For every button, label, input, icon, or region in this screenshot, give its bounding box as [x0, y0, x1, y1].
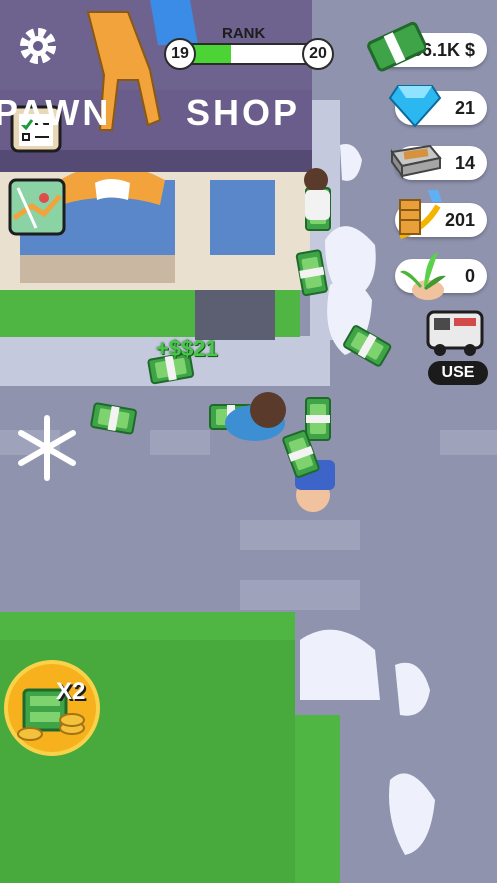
plant-value: 0 [464, 265, 475, 286]
truck-icon [426, 310, 484, 356]
plant-icon [396, 246, 448, 307]
x2-boost-button[interactable]: X2 [4, 660, 100, 756]
vehicle-button[interactable] [422, 306, 488, 360]
npc-character [304, 168, 330, 220]
brick-icon [384, 140, 444, 185]
use-vehicle-button[interactable]: USE [428, 361, 488, 385]
diamond-icon [388, 80, 442, 135]
x2-label: X2 [56, 678, 86, 705]
floating-reward-text: +$$21 [156, 336, 218, 361]
map-button[interactable] [8, 178, 66, 236]
cash-stack-icon [366, 14, 428, 79]
gear-icon [20, 28, 56, 64]
shop-sign-right: SHOP [186, 92, 301, 133]
rank-next-level: 20 [302, 38, 334, 70]
furniture-icon [394, 186, 444, 251]
furniture-value: 201 [444, 209, 475, 230]
brick-value: 14 [454, 152, 475, 173]
rank-label: RANK [222, 25, 266, 42]
gem-value: 21 [454, 97, 475, 118]
map-icon [8, 178, 66, 236]
settings-button[interactable] [14, 22, 62, 70]
rank-current-level: 19 [164, 38, 196, 70]
shop-sign-left: PAWN [0, 92, 112, 133]
